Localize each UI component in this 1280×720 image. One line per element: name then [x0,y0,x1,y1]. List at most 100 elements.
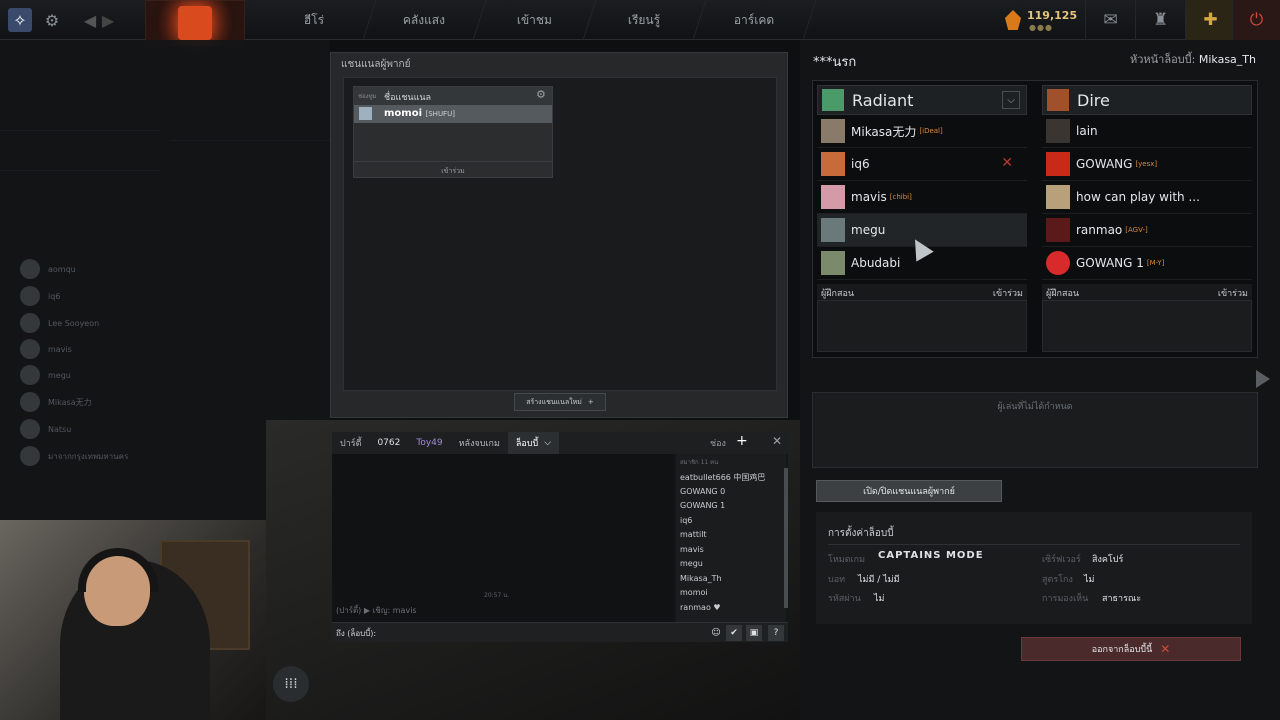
avatar [20,419,40,439]
mail-icon[interactable]: ✉ [1085,0,1135,40]
tab-party[interactable]: ปาร์ตี้ [332,432,369,454]
close-icon: ✕ [1160,642,1171,656]
player-slot[interactable]: GOWANG 1 [M-Y] [1042,247,1252,280]
friend-item[interactable]: mavis [20,338,72,360]
channel-join-button[interactable]: เข้าร่วม [354,161,552,179]
friend-item[interactable]: iq6 [20,285,60,307]
avatar [1046,251,1070,275]
game-mode-value: CAPTAINS MODE [878,550,984,561]
plus-icon[interactable]: ✚ [1185,0,1235,40]
coach-header: ผู้ฝึกสอน เข้าร่วม [1042,284,1252,300]
lobby-name: ***นรก [813,55,857,70]
avatar [1046,185,1070,209]
unassigned-players[interactable]: ผู้เล่นที่ไม่ได้กำหนด [812,392,1258,468]
avatar [1046,152,1070,176]
player-slot[interactable]: GOWANG [yesx] [1042,148,1252,181]
list-item[interactable]: eatbullet666 中国鸡巴 [676,470,786,485]
avatar [20,259,40,279]
channel-player-row[interactable]: momoi [SHUFU] [354,105,552,123]
nav-arcade[interactable]: อาร์เคด [693,0,817,40]
coach-slot[interactable] [1042,300,1252,352]
friend-item[interactable]: มาจากกรุงเทพมหานคร [20,445,128,467]
headphones-icon [78,548,158,592]
avatar [20,313,40,333]
player-slot[interactable]: ranmao [AGV-] [1042,214,1252,247]
chat-input[interactable]: ถึง (ล็อบบี้): ☺ ✔ ▣ ? [332,622,788,642]
tab-toy49[interactable]: Toy49 [408,432,450,454]
toggle-broadcaster-button[interactable]: เปิด/ปิดแชนแนลผู้พากย์ [816,480,1002,502]
forward-arrow-icon[interactable]: ▶ [96,8,120,32]
emoji-icon[interactable]: ☺ [708,625,724,641]
plus-icon[interactable]: + [736,433,748,449]
visibility-value: สาธารณะ [1102,594,1142,604]
avatar [821,152,845,176]
main-nav: ฮีโร่ คลังแสง เข้าชม เรียนรู้ อาร์เคด [253,0,817,40]
avatar [20,446,40,466]
list-item[interactable]: ranmao ♥ [676,601,786,616]
nav-armory[interactable]: คลังแสง [363,0,487,40]
create-channel-button[interactable]: สร้างแชนแนลใหม่ + [514,393,606,411]
player-slot[interactable]: iq6 ✕ [817,148,1027,181]
chevron-down-icon: ⌵ [544,438,552,448]
radiant-icon [822,89,844,111]
list-item[interactable]: momoi [676,586,786,601]
check-icon[interactable]: ✔ [726,625,742,641]
tab-0762[interactable]: 0762 [369,432,408,454]
player-slot[interactable]: how can play with ... [1042,181,1252,214]
avatar [821,119,845,143]
avatar [821,218,845,242]
list-item[interactable]: megu [676,557,786,572]
list-item[interactable]: Mikasa_Th [676,572,786,587]
image-icon[interactable]: ▣ [746,625,762,641]
player-slot[interactable]: mavis [chibi] [817,181,1027,214]
friend-item[interactable]: Natsu [20,418,71,440]
broadcaster-channels-panel: แชนแนลผู้พากย์ ช่องทูม ชื่อแชนแนล ⚙ momo… [330,52,788,418]
avatar [20,365,40,385]
coach-slot[interactable] [817,300,1027,352]
coach-join-button[interactable]: เข้าร่วม [1218,286,1248,299]
friend-item[interactable]: Lee Sooyeon [20,312,99,334]
kick-icon[interactable]: ✕ [1001,155,1013,171]
trophy-icon[interactable]: ♜ [1135,0,1185,40]
dire-icon [1047,89,1069,111]
help-icon[interactable]: ? [768,625,784,641]
avatar [821,251,845,275]
friend-item[interactable]: megu [20,364,71,386]
cheats-value: ไม่ [1084,575,1095,585]
player-slot[interactable]: lain [1042,115,1252,148]
bots-value: ไม่มี / ไม่มี [858,575,900,585]
list-item[interactable]: iq6 [676,514,786,529]
list-item[interactable]: mavis [676,543,786,558]
lobby-host: หัวหน้าล็อบบี้: Mikasa_Th [1129,53,1256,66]
leave-lobby-button[interactable]: ออกจากล็อบบี้นี้ ✕ [1021,637,1241,661]
power-icon[interactable]: ⏻ [1232,0,1280,40]
plus-icon: + [587,398,594,406]
member-scrollbar[interactable] [784,468,788,608]
list-item[interactable]: mattilt [676,528,786,543]
expand-arrow-icon[interactable] [1256,370,1270,388]
password-value: ไม่ [874,594,885,604]
tab-lobby[interactable]: ล็อบบี้ ⌵ [507,432,560,454]
friend-item[interactable]: aomqu [20,258,76,280]
friend-item[interactable]: Mikasa无力 [20,391,92,413]
channels-label[interactable]: ช่อง [710,436,726,450]
chevron-down-icon[interactable]: ⌵ [1002,91,1020,109]
list-item[interactable]: GOWANG 0 [676,485,786,500]
nav-watch[interactable]: เข้าชม [473,0,597,40]
lobby-settings: การตั้งค่าล็อบบี้ โหมดเกม CAPTAINS MODE … [816,512,1252,624]
close-icon[interactable]: ✕ [772,434,782,448]
shards-counter[interactable]: 119,125 ●●● [1005,6,1085,34]
coach-join-button[interactable]: เข้าร่วม [993,286,1023,299]
gear-icon[interactable]: ⚙ [536,88,546,101]
nav-learn[interactable]: เรียนรู้ [583,0,707,40]
player-slot[interactable]: Mikasa无力 [iDeal] [817,115,1027,148]
grid-menu-icon[interactable]: ⁞⁞⁞ [273,666,309,702]
dota-menu-icon[interactable]: ✧ [8,8,32,32]
gear-icon[interactable]: ⚙ [40,8,64,32]
tab-post-game[interactable]: หลังจบเกม [451,432,508,454]
top-navigation-bar: ✧ ⚙ ◀ ▶ ฮีโร่ คลังแสง เข้าชม เรียนรู้ อา… [0,0,1280,46]
avatar [20,392,40,412]
nav-heroes[interactable]: ฮีโร่ [253,0,377,40]
channel-card-header: ช่องทูม ชื่อแชนแนล ⚙ [354,87,552,105]
list-item[interactable]: GOWANG 1 [676,499,786,514]
